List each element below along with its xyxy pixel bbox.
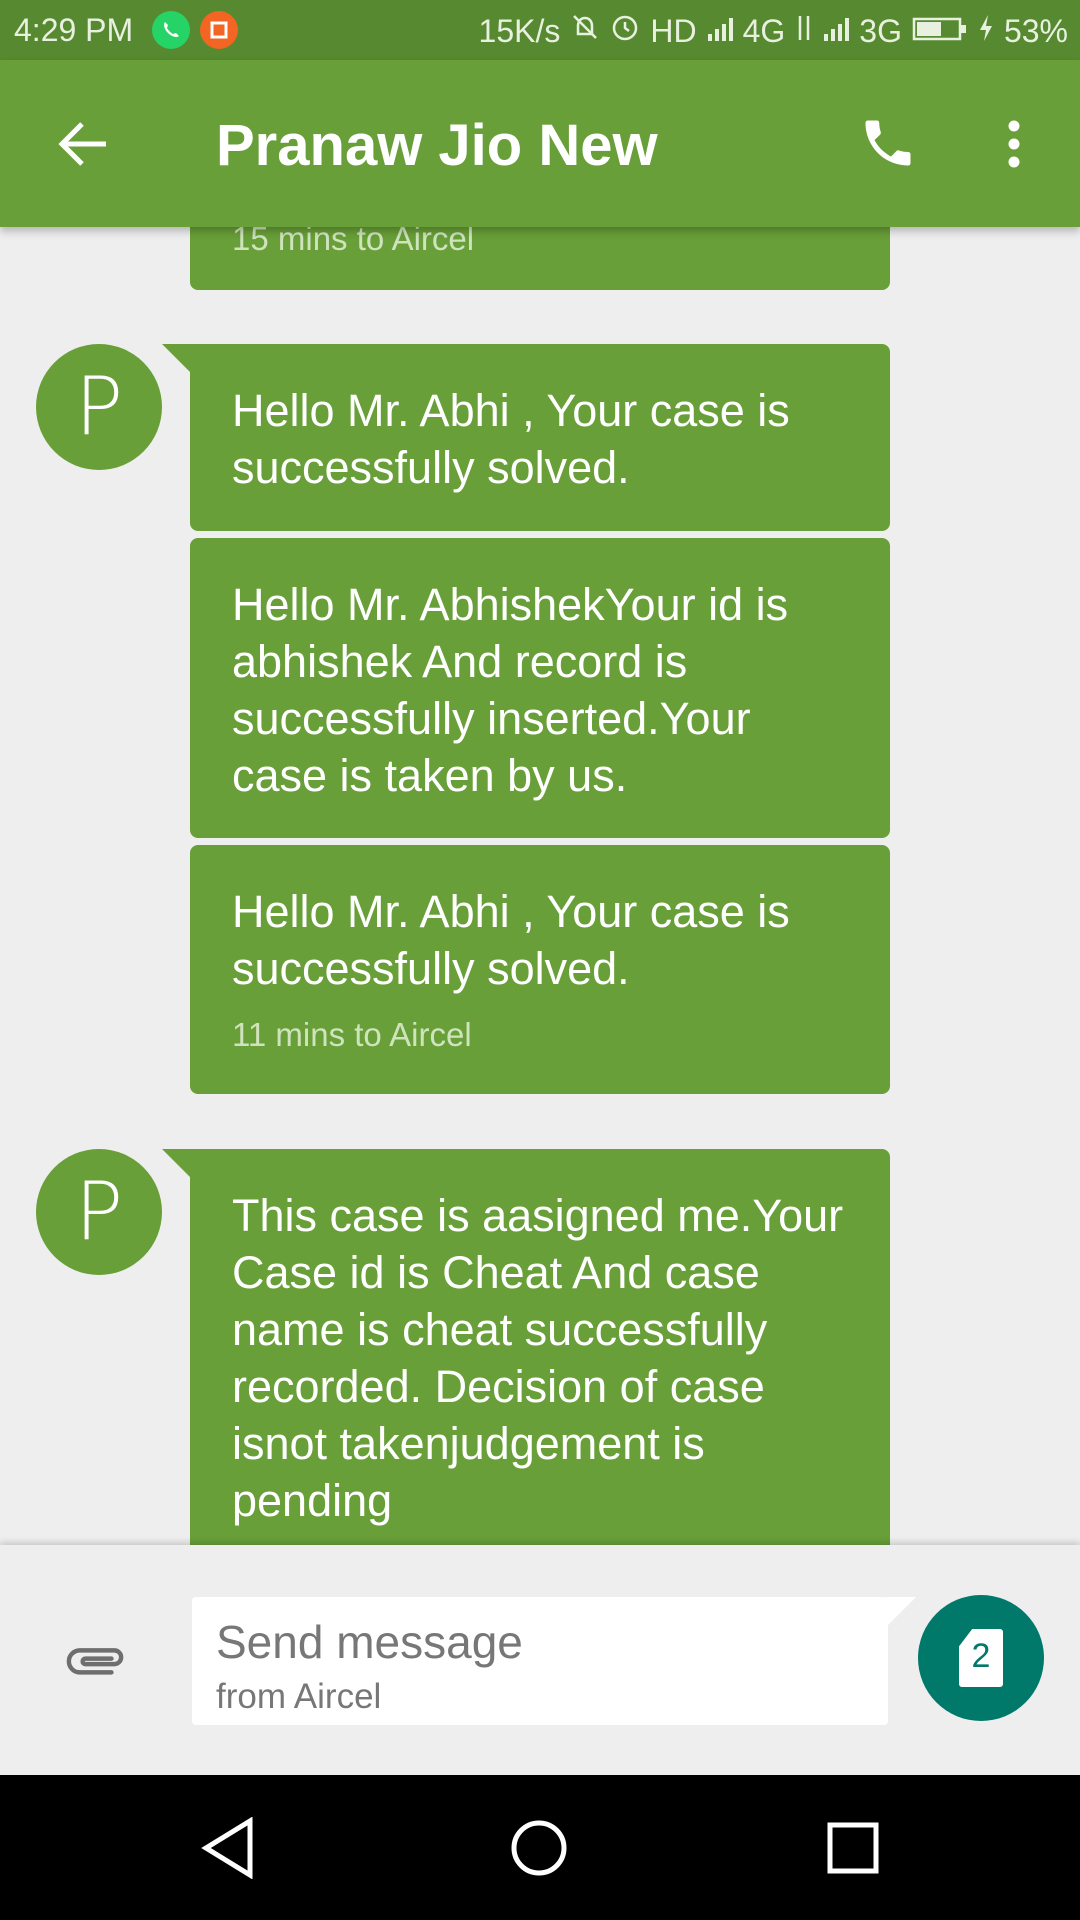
message-bubble[interactable]: Hello Mr. Abhi , Your case is successful…: [190, 344, 890, 531]
message-text: Hello Mr. Abhi , Your case is successful…: [232, 886, 790, 994]
message-bubble[interactable]: Hello Mr. AbhishekYour id is abhishek An…: [190, 538, 890, 838]
phone-icon[interactable]: [858, 113, 918, 178]
attach-icon[interactable]: [62, 1627, 128, 1698]
status-indicators: 15K/s HD 4G 3G 53%: [479, 12, 1068, 50]
nav-home-icon[interactable]: [510, 1819, 568, 1882]
charging-icon: [978, 13, 994, 50]
whatsapp-icon: [152, 11, 190, 49]
signal-icon-2: [823, 13, 850, 50]
nav-back-icon[interactable]: [200, 1816, 256, 1884]
message-bubble[interactable]: Hello Mr. Abhi , Your case is successful…: [190, 845, 890, 1094]
avatar[interactable]: P: [36, 344, 162, 470]
message-input[interactable]: Send message from Aircel: [192, 1597, 888, 1725]
alarm-icon: [610, 12, 640, 50]
message-meta: 11 mins to Aircel: [232, 1016, 472, 1053]
message-meta: 15 mins to Aircel: [232, 227, 475, 257]
battery-percent: 53%: [1003, 12, 1068, 49]
sim-hint: from Aircel: [216, 1677, 382, 1716]
avatar-letter: P: [74, 360, 124, 453]
contact-name: Pranaw Jio New: [216, 113, 658, 178]
notification-app-icon: [200, 11, 238, 49]
status-bar: 4:29 PM 15K/s HD 4G 3G 53%: [0, 0, 1080, 60]
back-arrow-icon[interactable]: [56, 116, 112, 177]
message-text: Hello Mr. Abhi , Your case is successful…: [232, 385, 790, 493]
hd-label: HD: [650, 12, 697, 49]
mute-icon: [570, 12, 600, 50]
message-bubble[interactable]: This case is aasigned me.Your Case id is…: [190, 1149, 890, 1545]
navigation-bar: [0, 1775, 1080, 1920]
battery-icon: [912, 13, 968, 50]
sim2-network-type: 3G: [859, 12, 902, 49]
message-text: This case is aasigned me.Your Case id is…: [232, 1190, 844, 1526]
sim1-network-type: 4G: [742, 12, 786, 49]
bubble-tail: [162, 344, 192, 374]
message-bubble[interactable]: 15 mins to Aircel: [190, 227, 890, 290]
sim-number: 2: [971, 1637, 991, 1675]
status-time: 4:29 PM: [14, 12, 134, 48]
overflow-menu-icon[interactable]: [1000, 116, 1028, 177]
nav-recents-icon[interactable]: [826, 1821, 880, 1880]
message-text: Hello Mr. AbhishekYour id is abhishek An…: [232, 579, 789, 801]
avatar-letter: P: [74, 1165, 124, 1258]
send-button[interactable]: 2: [918, 1595, 1044, 1721]
input-tail: [886, 1597, 916, 1627]
message-composer: Send message from Aircel 2: [0, 1545, 1080, 1775]
bubble-tail: [162, 1149, 192, 1179]
avatar[interactable]: P: [36, 1149, 162, 1275]
signal-icon: [707, 13, 733, 50]
data-arrows-icon: [795, 13, 813, 50]
conversation-header: Pranaw Jio New: [0, 60, 1080, 227]
message-input-placeholder: Send message: [216, 1616, 523, 1668]
network-speed: 15K/s: [478, 12, 561, 49]
message-list[interactable]: 15 mins to Aircel P Hello Mr. Abhi , You…: [0, 227, 1080, 1545]
